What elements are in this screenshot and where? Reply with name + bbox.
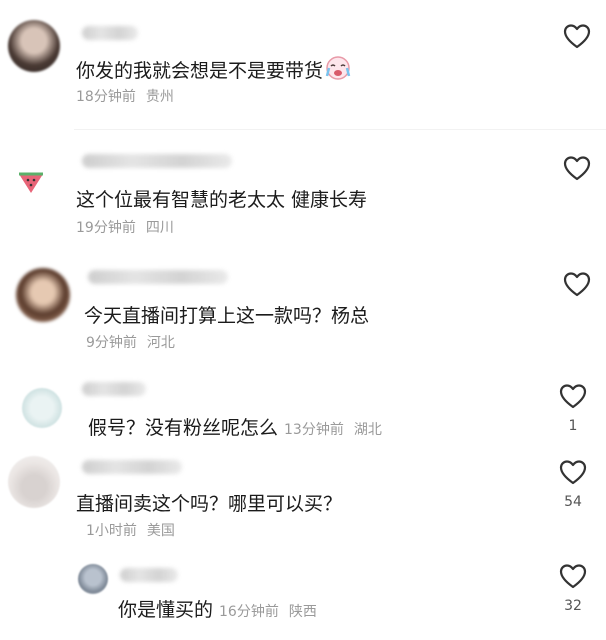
comment-2: 这个位最有智慧的老太太 健康长寿 19分钟前 四川 <box>0 140 606 250</box>
heart-icon[interactable] <box>558 562 588 590</box>
heart-icon[interactable] <box>562 270 592 298</box>
avatar[interactable] <box>8 456 60 508</box>
comment-time: 13分钟前 <box>284 422 344 438</box>
comment-1: 你发的我就会想是不是要带货 18分钟前 贵州 <box>0 0 606 128</box>
comment-meta: 1小时前 美国 <box>86 522 175 540</box>
comment-text: 你是懂买的 16分钟前 陕西 <box>118 599 317 621</box>
username[interactable] <box>82 26 138 40</box>
avatar[interactable] <box>8 20 60 72</box>
like-count: 1 <box>568 418 578 434</box>
comment-text: 这个位最有智慧的老太太 健康长寿 <box>76 189 368 211</box>
comment-time: 9分钟前 <box>86 335 137 351</box>
comment-location: 贵州 <box>145 89 174 105</box>
like-count: 54 <box>564 494 582 510</box>
comment-meta: 19分钟前 四川 <box>76 219 174 237</box>
username[interactable] <box>82 382 146 396</box>
heart-icon[interactable] <box>562 22 592 50</box>
comment-6-reply: 你是懂买的 16分钟前 陕西 32 <box>0 556 606 640</box>
comment-3: 今天直播间打算上这一款吗？杨总 9分钟前 河北 <box>0 258 606 368</box>
comment-5: 直播间卖这个吗？哪里可以买？ 1小时前 美国 54 <box>0 452 606 552</box>
heart-icon[interactable] <box>558 382 588 410</box>
avatar[interactable] <box>78 564 108 594</box>
heart-icon[interactable] <box>558 458 588 486</box>
comment-time: 18分钟前 <box>76 89 136 105</box>
heart-icon[interactable] <box>562 154 592 182</box>
comment-4: 假号？没有粉丝呢怎么 13分钟前 湖北 1 <box>0 374 606 450</box>
username[interactable] <box>82 460 182 474</box>
comment-location: 美国 <box>146 523 175 539</box>
username[interactable] <box>120 568 178 582</box>
comment-text: 假号？没有粉丝呢怎么 13分钟前 湖北 <box>88 417 382 439</box>
comment-location: 河北 <box>146 335 175 351</box>
watermelon-icon <box>19 172 43 193</box>
username[interactable] <box>88 270 228 284</box>
comment-location: 陕西 <box>288 604 317 620</box>
crying-face-emoji-icon <box>325 56 351 86</box>
username[interactable] <box>82 154 232 168</box>
comment-location: 四川 <box>145 220 174 236</box>
divider <box>74 129 606 130</box>
comment-time: 19分钟前 <box>76 220 136 236</box>
comment-text: 直播间卖这个吗？哪里可以买？ <box>76 493 343 515</box>
avatar[interactable] <box>16 268 70 322</box>
comment-location: 湖北 <box>353 422 382 438</box>
comment-text: 今天直播间打算上这一款吗？杨总 <box>84 305 370 327</box>
comment-meta: 9分钟前 河北 <box>86 334 175 352</box>
comment-meta: 18分钟前 贵州 <box>76 88 174 106</box>
comment-text: 你发的我就会想是不是要带货 <box>76 56 351 86</box>
avatar[interactable] <box>22 388 62 428</box>
like-count: 32 <box>564 598 582 614</box>
comment-time: 16分钟前 <box>219 604 279 620</box>
avatar[interactable] <box>16 166 46 196</box>
comment-time: 1小时前 <box>86 523 137 539</box>
